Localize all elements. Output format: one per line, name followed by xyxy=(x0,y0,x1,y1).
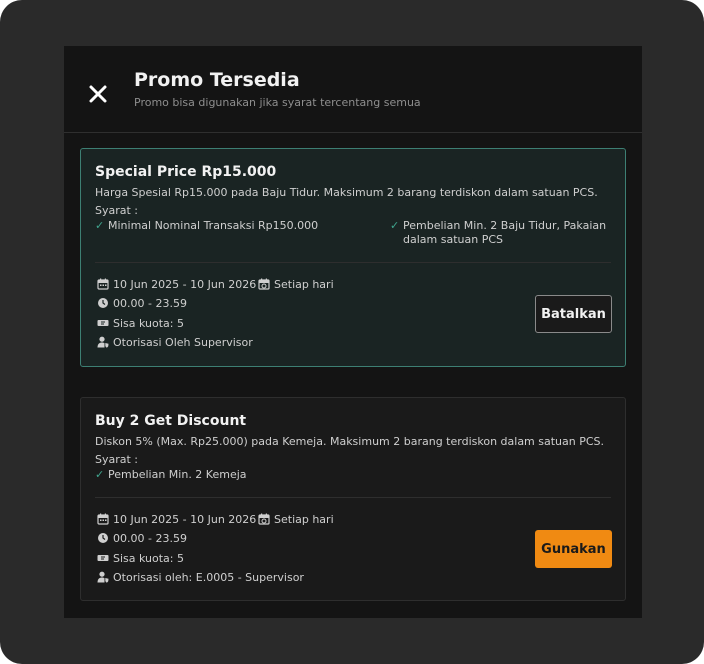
promo-card-special-price: Special Price Rp15.000 Harga Spesial Rp1… xyxy=(80,148,626,367)
requirement-text: Pembelian Min. 2 Kemeja xyxy=(108,468,247,481)
requirement-text: Minimal Nominal Transaksi Rp150.000 xyxy=(108,219,319,232)
period-text: 10 Jun 2025 - 10 Jun 2026 xyxy=(113,513,257,526)
syarat-label: Syarat : xyxy=(95,453,139,466)
check-icon: ✓ xyxy=(95,468,105,481)
time-text: 00.00 - 23.59 xyxy=(113,532,187,545)
promo-title: Special Price Rp15.000 xyxy=(95,164,277,180)
dialog-title: Promo Tersedia xyxy=(134,69,300,91)
promo-authorization: Otorisasi Oleh Supervisor xyxy=(97,336,253,350)
promo-title: Buy 2 Get Discount xyxy=(95,413,247,429)
user-shield-icon xyxy=(97,571,109,583)
use-promo-button[interactable]: Gunakan xyxy=(535,530,612,568)
promo-time: 00.00 - 23.59 xyxy=(97,297,187,311)
dialog-header: Promo Tersedia Promo bisa digunakan jika… xyxy=(64,46,642,133)
promo-quota: Sisa kuota: 5 xyxy=(97,552,184,566)
period-text: 10 Jun 2025 - 10 Jun 2026 xyxy=(113,278,257,291)
requirement-item: ✓ Pembelian Min. 2 Kemeja xyxy=(95,468,395,482)
promo-schedule: Setiap hari xyxy=(258,278,334,292)
ticket-icon xyxy=(97,317,109,329)
authorization-text: Otorisasi Oleh Supervisor xyxy=(113,336,253,349)
requirement-text: Pembelian Min. 2 Baju Tidur, Pakaian dal… xyxy=(403,219,607,246)
check-icon: ✓ xyxy=(390,219,400,232)
divider xyxy=(95,262,611,263)
clock-icon xyxy=(97,532,109,544)
promo-quota: Sisa kuota: 5 xyxy=(97,317,184,331)
promo-time: 00.00 - 23.59 xyxy=(97,532,187,546)
promo-dialog: Promo Tersedia Promo bisa digunakan jika… xyxy=(64,46,642,618)
requirement-item: ✓ Minimal Nominal Transaksi Rp150.000 xyxy=(95,219,385,233)
app-frame: Promo Tersedia Promo bisa digunakan jika… xyxy=(0,0,704,664)
calendar-icon xyxy=(97,278,109,290)
quota-text: Sisa kuota: 5 xyxy=(113,317,184,330)
calendar-repeat-icon xyxy=(258,513,270,525)
promo-period: 10 Jun 2025 - 10 Jun 2026 xyxy=(97,513,256,527)
promo-description: Harga Spesial Rp15.000 pada Baju Tidur. … xyxy=(95,186,598,199)
authorization-text: Otorisasi oleh: E.0005 - Supervisor xyxy=(113,571,304,584)
promo-schedule: Setiap hari xyxy=(258,513,334,527)
schedule-text: Setiap hari xyxy=(274,278,334,291)
check-icon: ✓ xyxy=(95,219,105,232)
user-shield-icon xyxy=(97,336,109,348)
time-text: 00.00 - 23.59 xyxy=(113,297,187,310)
dialog-subtitle: Promo bisa digunakan jika syarat tercent… xyxy=(134,96,421,109)
cancel-promo-button[interactable]: Batalkan xyxy=(535,295,612,333)
promo-authorization: Otorisasi oleh: E.0005 - Supervisor xyxy=(97,571,304,585)
calendar-repeat-icon xyxy=(258,278,270,290)
quota-text: Sisa kuota: 5 xyxy=(113,552,184,565)
requirement-item: ✓ Pembelian Min. 2 Baju Tidur, Pakaian d… xyxy=(390,219,610,247)
clock-icon xyxy=(97,297,109,309)
divider xyxy=(95,497,611,498)
close-icon[interactable] xyxy=(86,82,110,106)
promo-period: 10 Jun 2025 - 10 Jun 2026 xyxy=(97,278,256,292)
ticket-icon xyxy=(97,552,109,564)
promo-card-buy2: Buy 2 Get Discount Diskon 5% (Max. Rp25.… xyxy=(80,397,626,601)
promo-description: Diskon 5% (Max. Rp25.000) pada Kemeja. M… xyxy=(95,435,605,448)
calendar-icon xyxy=(97,513,109,525)
syarat-label: Syarat : xyxy=(95,204,139,217)
schedule-text: Setiap hari xyxy=(274,513,334,526)
